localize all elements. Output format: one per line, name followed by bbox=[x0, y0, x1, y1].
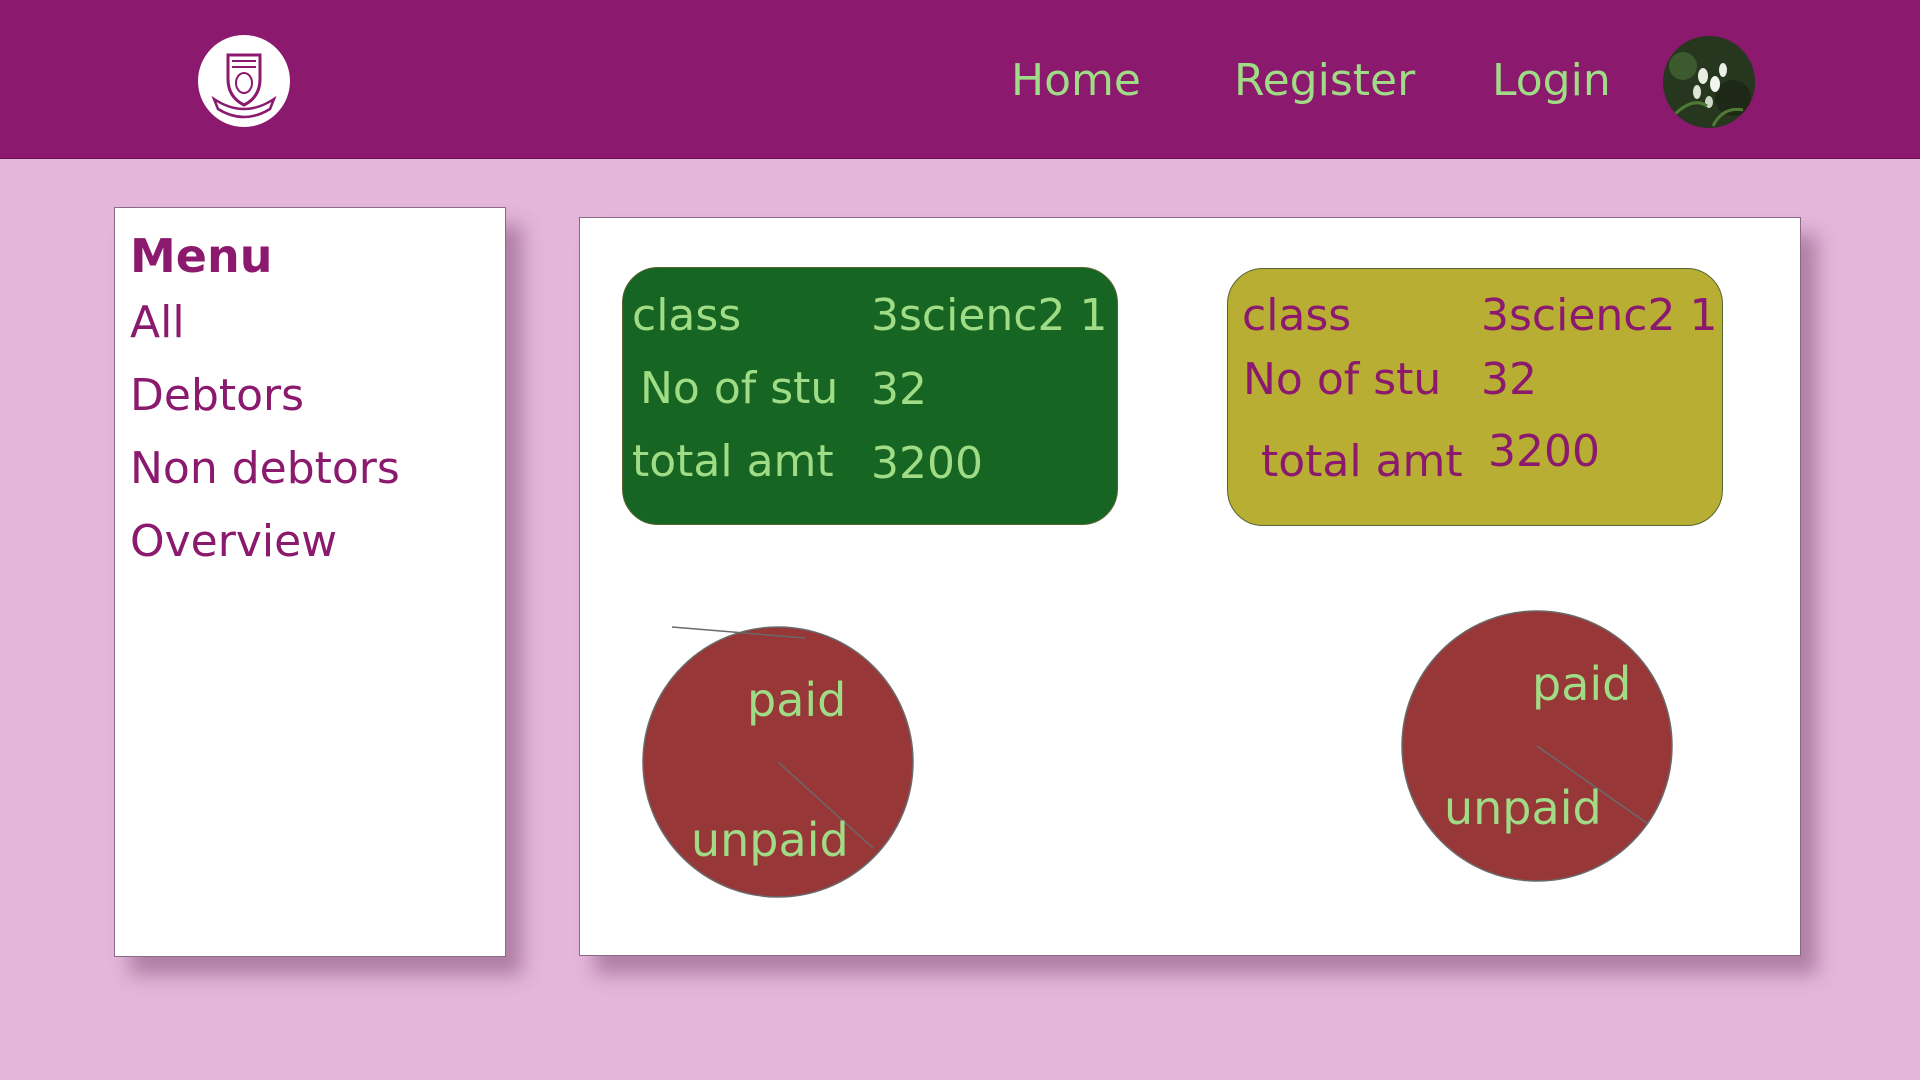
sidebar-item-non-debtors[interactable]: Non debtors bbox=[130, 442, 400, 496]
pie-label-paid: paid bbox=[747, 673, 847, 727]
sidebar-item-debtors[interactable]: Debtors bbox=[130, 369, 304, 423]
pie-label-unpaid: unpaid bbox=[1444, 781, 1602, 835]
menu-title: Menu bbox=[130, 229, 273, 283]
top-navbar: Home Register Login bbox=[0, 0, 1920, 159]
sidebar-menu: Menu All Debtors Non debtors Overview bbox=[114, 207, 506, 957]
sidebar-item-all[interactable]: All bbox=[130, 296, 185, 350]
pie-label-paid: paid bbox=[1532, 657, 1632, 711]
pie-label-unpaid: unpaid bbox=[691, 813, 849, 867]
nav-home-link[interactable]: Home bbox=[1011, 54, 1141, 108]
school-crest-icon[interactable] bbox=[198, 35, 290, 127]
main-panel: class 3scienc2 1 No of stu 32 total amt … bbox=[579, 217, 1801, 956]
nav-login-link[interactable]: Login bbox=[1492, 54, 1611, 108]
sidebar-item-overview[interactable]: Overview bbox=[130, 515, 337, 569]
nav-register-link[interactable]: Register bbox=[1234, 54, 1415, 108]
user-avatar-icon[interactable] bbox=[1663, 36, 1755, 128]
